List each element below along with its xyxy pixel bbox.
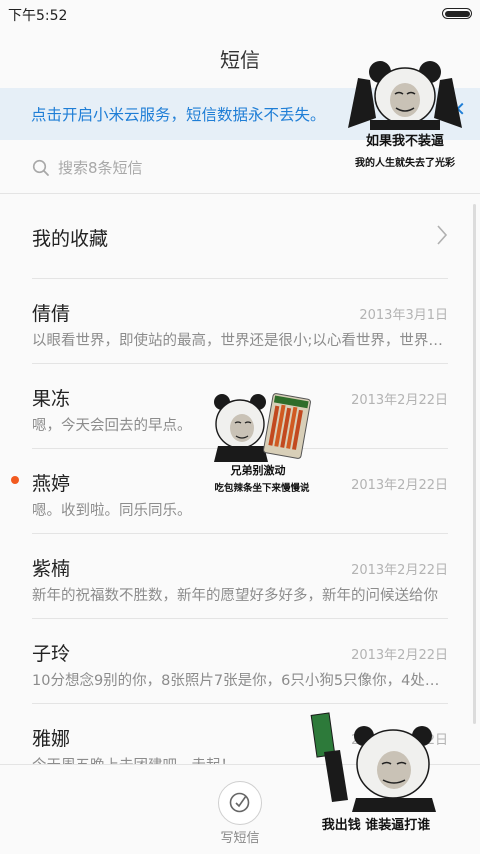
sticker-caption: 我出钱 谁装逼打谁 xyxy=(321,818,431,833)
message-preview: 以眼看世界，即使站的最高，世界还是很小;以心看世界，世界再小也不会看得透彻 xyxy=(32,333,448,349)
panda-meme-sticker-bottom: 我出钱 谁装逼打谁 xyxy=(296,712,456,842)
message-preview: 嗯。收到啦。同乐同乐。 xyxy=(32,503,192,519)
message-date: 2013年2月22日 xyxy=(351,478,448,493)
contact-name: 紫楠 xyxy=(32,558,71,580)
conversation-item[interactable]: 倩倩 2013年3月1日 以眼看世界，即使站的最高，世界还是很小;以心看世界，世… xyxy=(32,279,448,364)
panda-face-arms-up-icon xyxy=(348,61,462,130)
compose-label[interactable]: 写短信 xyxy=(200,827,280,846)
conversation-item[interactable]: 紫楠 2013年2月22日 新年的祝福数不胜数，新年的愿望好多好多，新年的问候送… xyxy=(32,534,448,619)
panda-with-snack-icon xyxy=(214,393,311,462)
message-date: 2013年2月22日 xyxy=(351,393,448,408)
search-icon xyxy=(32,159,49,176)
unread-dot-icon xyxy=(11,476,19,484)
panda-meme-sticker-middle: 兄弟别激动 吃包辣条坐下来慢慢说 xyxy=(208,390,320,500)
scrollbar[interactable] xyxy=(473,204,476,724)
banner-text[interactable]: 点击开启小米云服务，短信数据永不丢失。 xyxy=(31,103,326,125)
compose-button[interactable] xyxy=(218,781,262,825)
sticker-caption: 兄弟别激动 xyxy=(230,464,286,477)
message-preview: 10分想念9别的你，8张照片7张是你，6只小狗5只像你，4处找你 xyxy=(32,673,448,689)
favorites-item[interactable]: 我的收藏 xyxy=(32,194,448,279)
message-date: 2013年3月1日 xyxy=(359,308,448,323)
contact-name: 子玲 xyxy=(32,643,71,665)
favorites-label: 我的收藏 xyxy=(32,228,109,250)
chevron-right-icon xyxy=(437,225,448,245)
panda-holding-money-icon xyxy=(310,712,436,812)
status-time: 下午5:52 xyxy=(8,8,68,24)
battery-icon xyxy=(442,8,472,19)
compose-icon xyxy=(229,792,250,813)
sticker-caption: 吃包辣条坐下来慢慢说 xyxy=(214,483,310,494)
conversation-item[interactable]: 子玲 2013年2月22日 10分想念9别的你，8张照片7张是你，6只小狗5只像… xyxy=(32,619,448,704)
contact-name: 燕婷 xyxy=(32,473,71,495)
search-input[interactable] xyxy=(58,154,338,182)
message-preview: 新年的祝福数不胜数，新年的愿望好多好多，新年的问候送给你 xyxy=(32,588,438,604)
contact-name: 倩倩 xyxy=(32,303,71,325)
contact-name: 雅娜 xyxy=(32,728,71,750)
status-bar: 下午5:52 xyxy=(0,0,480,28)
contact-name: 果冻 xyxy=(32,388,71,410)
message-date: 2013年2月22日 xyxy=(351,648,448,663)
message-date: 2013年2月22日 xyxy=(351,563,448,578)
search-bar[interactable] xyxy=(0,146,480,192)
